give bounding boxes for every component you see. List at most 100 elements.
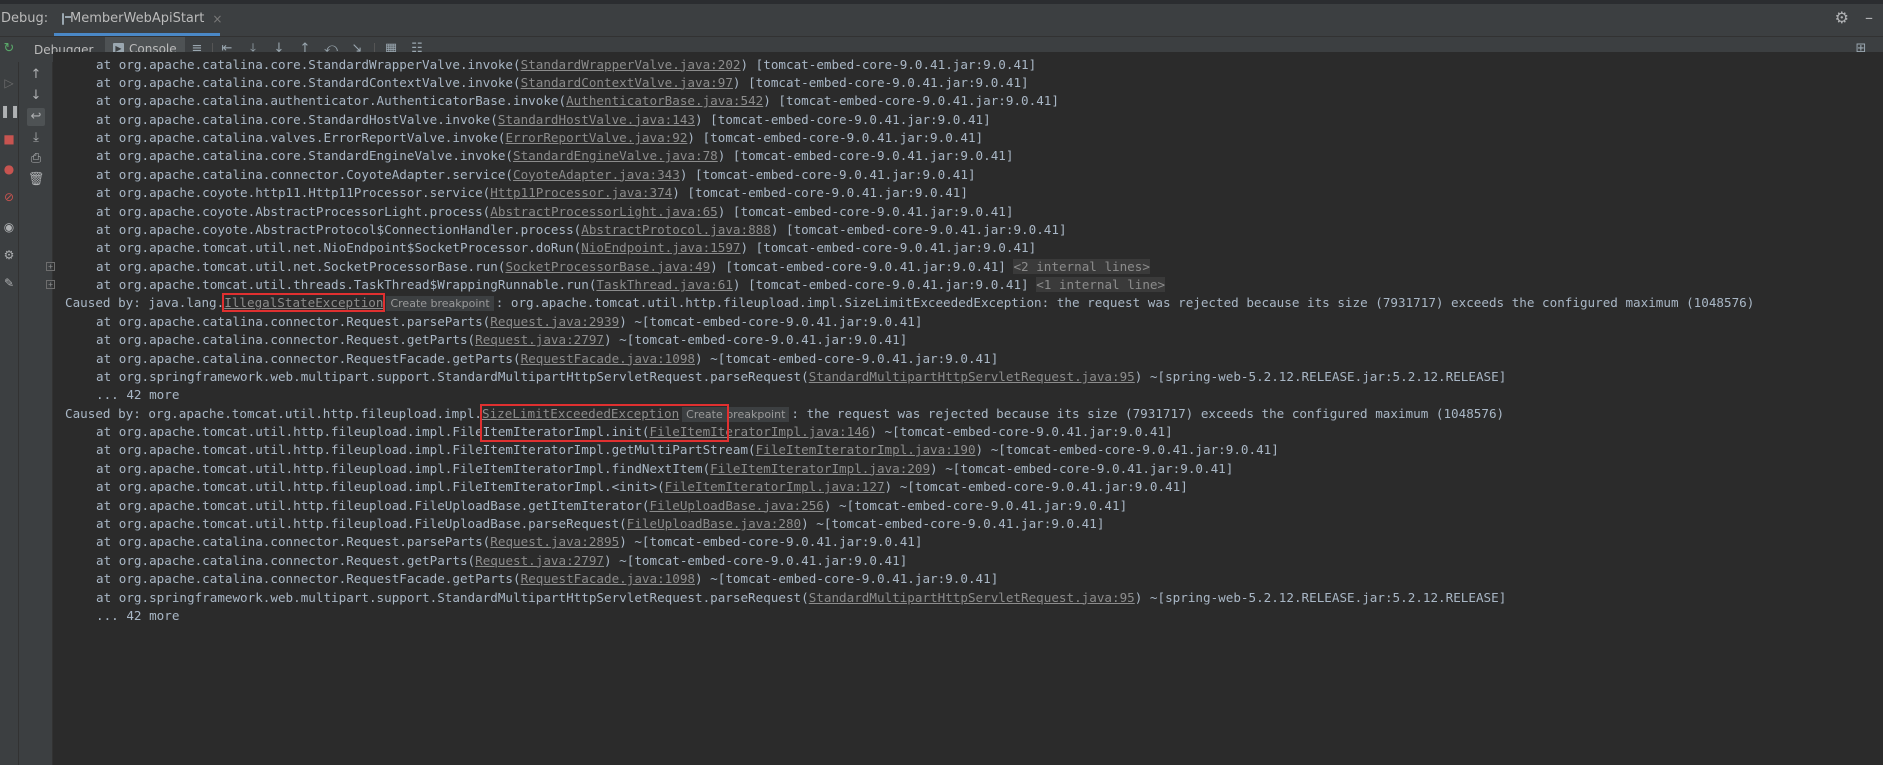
frame-text: at org.apache.catalina.valves.ErrorRepor… bbox=[96, 130, 506, 146]
source-link[interactable]: StandardMultipartHttpServletRequest.java… bbox=[809, 369, 1135, 384]
close-icon[interactable]: × bbox=[212, 12, 222, 26]
frame-text: at org.apache.tomcat.util.http.fileuploa… bbox=[96, 497, 650, 513]
frame-jar: ) [tomcat-embed-core-9.0.41.jar:9.0.41] bbox=[770, 221, 1067, 237]
internal-lines-hint[interactable]: <1 internal line> bbox=[1036, 277, 1166, 293]
highlight-annotation bbox=[222, 293, 386, 313]
source-link[interactable]: ErrorReportValve.java:92 bbox=[505, 130, 687, 145]
create-breakpoint-button[interactable]: Create breakpoint bbox=[386, 296, 494, 312]
source-link[interactable]: FileItemIteratorImpl.java:209 bbox=[710, 461, 930, 476]
down-icon[interactable]: ↓ bbox=[27, 87, 45, 105]
frame-jar: ) ~[spring-web-5.2.12.RELEASE.jar:5.2.12… bbox=[1134, 589, 1507, 605]
frame-jar: ) [tomcat-embed-core-9.0.41.jar:9.0.41] bbox=[672, 185, 968, 201]
source-link[interactable]: AbstractProcessorLight.java:65 bbox=[490, 204, 717, 219]
frame-jar: ) ~[tomcat-embed-core-9.0.41.jar:9.0.41] bbox=[930, 460, 1234, 476]
source-link[interactable]: StandardHostValve.java:143 bbox=[498, 112, 695, 127]
run-config-label: MemberWebApiStart bbox=[70, 11, 205, 26]
pause-icon[interactable]: ❚❚ bbox=[0, 102, 20, 120]
source-link[interactable]: RequestFacade.java:1098 bbox=[521, 571, 695, 586]
pin-icon[interactable]: ✎ bbox=[0, 274, 18, 292]
source-link[interactable]: Request.java:2895 bbox=[490, 534, 619, 549]
source-link[interactable]: StandardWrapperValve.java:202 bbox=[521, 57, 741, 72]
frame-jar: ) [tomcat-embed-core-9.0.41.jar:9.0.41] bbox=[687, 130, 984, 146]
source-link[interactable]: StandardMultipartHttpServletRequest.java… bbox=[809, 590, 1135, 605]
frame-text: at org.apache.tomcat.util.http.fileuploa… bbox=[96, 460, 711, 476]
camera-icon[interactable]: ◉ bbox=[0, 218, 18, 236]
stop-icon[interactable]: ■ bbox=[0, 130, 18, 148]
console-side-toolbar: ↑ ↓ ↩ ⤓ ⎙ 🗑 bbox=[19, 62, 53, 765]
frame-jar: ) ~[tomcat-embed-core-9.0.41.jar:9.0.41] bbox=[619, 313, 923, 329]
source-link[interactable]: Request.java:2797 bbox=[475, 332, 604, 347]
frame-jar: ) [tomcat-embed-core-9.0.41.jar:9.0.41] bbox=[732, 277, 1037, 293]
frame-text: at org.apache.tomcat.util.threads.TaskTh… bbox=[96, 277, 597, 293]
frame-text: at org.apache.catalina.connector.CoyoteA… bbox=[96, 166, 514, 182]
stack-frame-line: at org.springframework.web.multipart.sup… bbox=[53, 366, 1506, 388]
rerun-icon[interactable]: ↻ bbox=[1, 41, 17, 57]
source-link[interactable]: Http11Processor.java:374 bbox=[490, 185, 672, 200]
frame-jar: ) ~[tomcat-embed-core-9.0.41.jar:9.0.41] bbox=[695, 350, 999, 366]
minimize-icon[interactable]: – bbox=[1865, 8, 1873, 27]
frame-text: at org.springframework.web.multipart.sup… bbox=[96, 368, 809, 384]
settings-icon[interactable]: ⚙ bbox=[1835, 8, 1849, 27]
frame-jar: ) [tomcat-embed-core-9.0.41.jar:9.0.41] bbox=[763, 93, 1059, 109]
trash-icon[interactable]: 🗑 bbox=[27, 171, 45, 189]
more-frames-text: ... 42 more bbox=[96, 607, 180, 623]
source-link[interactable]: StandardEngineValve.java:78 bbox=[513, 148, 718, 163]
mute-breakpoints-icon[interactable]: ⊘ bbox=[0, 188, 18, 206]
print-icon[interactable]: ⎙ bbox=[27, 150, 45, 168]
frame-text: at org.apache.coyote.http11.Http11Proces… bbox=[96, 185, 491, 201]
frame-text: at org.apache.tomcat.util.http.fileuploa… bbox=[96, 516, 627, 531]
source-link[interactable]: StandardContextValve.java:97 bbox=[521, 75, 733, 90]
soft-wrap-icon[interactable]: ↩ bbox=[27, 108, 45, 126]
frame-jar: ) [tomcat-embed-core-9.0.41.jar:9.0.41] bbox=[679, 166, 976, 182]
frame-text: at org.apache.tomcat.util.net.NioEndpoin… bbox=[96, 240, 582, 256]
debug-left-toolbar: ▷ ❚❚ ■ ● ⊘ ◉ ⚙ ✎ bbox=[0, 62, 20, 765]
source-link[interactable]: CoyoteAdapter.java:343 bbox=[513, 167, 680, 182]
frame-jar: ) [tomcat-embed-core-9.0.41.jar:9.0.41] bbox=[717, 203, 1014, 219]
frame-text: at org.apache.tomcat.util.http.fileuploa… bbox=[96, 442, 756, 458]
frame-text: at org.apache.coyote.AbstractProtocol$Co… bbox=[96, 221, 582, 237]
internal-lines-hint[interactable]: <2 internal lines> bbox=[1013, 258, 1150, 274]
frame-text: at org.apache.tomcat.util.http.fileuploa… bbox=[96, 479, 665, 495]
tab-run-config[interactable]: MemberWebApiStart × bbox=[54, 4, 222, 36]
view-breakpoints-icon[interactable]: ● bbox=[0, 160, 18, 178]
frame-text: at org.apache.catalina.connector.Request… bbox=[96, 313, 491, 329]
source-link[interactable]: Request.java:2939 bbox=[490, 314, 619, 329]
source-link[interactable]: FileItemIteratorImpl.java:190 bbox=[756, 442, 976, 457]
frame-jar: ) [tomcat-embed-core-9.0.41.jar:9.0.41] bbox=[710, 258, 1014, 274]
frame-text: at org.apache.catalina.connector.Request… bbox=[96, 350, 521, 366]
exception-message: : org.apache.tomcat.util.http.fileupload… bbox=[495, 295, 1755, 311]
source-link[interactable]: FileItemIteratorImpl.java:127 bbox=[665, 479, 885, 494]
frame-jar: ) [tomcat-embed-core-9.0.41.jar:9.0.41] bbox=[732, 74, 1029, 90]
frame-jar: ) ~[tomcat-embed-core-9.0.41.jar:9.0.41] bbox=[869, 424, 1173, 440]
frame-jar: ) ~[tomcat-embed-core-9.0.41.jar:9.0.41] bbox=[884, 479, 1188, 495]
frame-text: at org.apache.catalina.core.StandardHost… bbox=[96, 111, 498, 127]
frame-text: at org.apache.catalina.connector.Request… bbox=[96, 534, 491, 550]
frame-text: at org.apache.catalina.connector.Request… bbox=[96, 571, 521, 587]
console-output[interactable]: at org.apache.catalina.core.StandardWrap… bbox=[46, 52, 1883, 765]
debug-titlebar: Debug: MemberWebApiStart × ⚙ – bbox=[0, 0, 1883, 37]
source-link[interactable]: RequestFacade.java:1098 bbox=[521, 351, 695, 366]
highlight-annotation bbox=[480, 403, 730, 442]
frame-text: at org.apache.catalina.core.StandardEngi… bbox=[96, 148, 514, 164]
exception-message: : the request was rejected because its s… bbox=[791, 405, 1505, 421]
source-link[interactable]: Request.java:2797 bbox=[475, 553, 604, 568]
settings-icon[interactable]: ⚙ bbox=[0, 246, 18, 264]
source-link[interactable]: SocketProcessorBase.java:49 bbox=[505, 259, 710, 274]
frame-text: at org.apache.catalina.core.StandardWrap… bbox=[96, 56, 521, 72]
frame-text: at org.apache.catalina.connector.Request… bbox=[96, 332, 476, 348]
source-link[interactable]: TaskThread.java:61 bbox=[596, 277, 732, 292]
resume-icon[interactable]: ▷ bbox=[0, 74, 18, 92]
source-link[interactable]: AuthenticatorBase.java:542 bbox=[566, 93, 763, 108]
caused-by-prefix: Caused by: org.apache.tomcat.util.http.f… bbox=[65, 405, 483, 421]
source-link[interactable]: NioEndpoint.java:1597 bbox=[581, 240, 740, 255]
up-icon[interactable]: ↑ bbox=[27, 66, 45, 84]
source-link[interactable]: FileUploadBase.java:256 bbox=[650, 498, 824, 513]
frame-text: at org.apache.catalina.connector.Request… bbox=[96, 552, 476, 568]
scroll-to-end-icon[interactable]: ⤓ bbox=[27, 129, 45, 147]
frame-jar: ) ~[tomcat-embed-core-9.0.41.jar:9.0.41] bbox=[975, 442, 1279, 458]
source-link[interactable]: FileUploadBase.java:280 bbox=[627, 516, 801, 531]
frame-jar: ) [tomcat-embed-core-9.0.41.jar:9.0.41] bbox=[695, 111, 991, 127]
more-frames-line: ... 42 more bbox=[53, 605, 179, 627]
source-link[interactable]: AbstractProtocol.java:888 bbox=[581, 222, 771, 237]
frame-text: at org.apache.coyote.AbstractProcessorLi… bbox=[96, 203, 491, 219]
